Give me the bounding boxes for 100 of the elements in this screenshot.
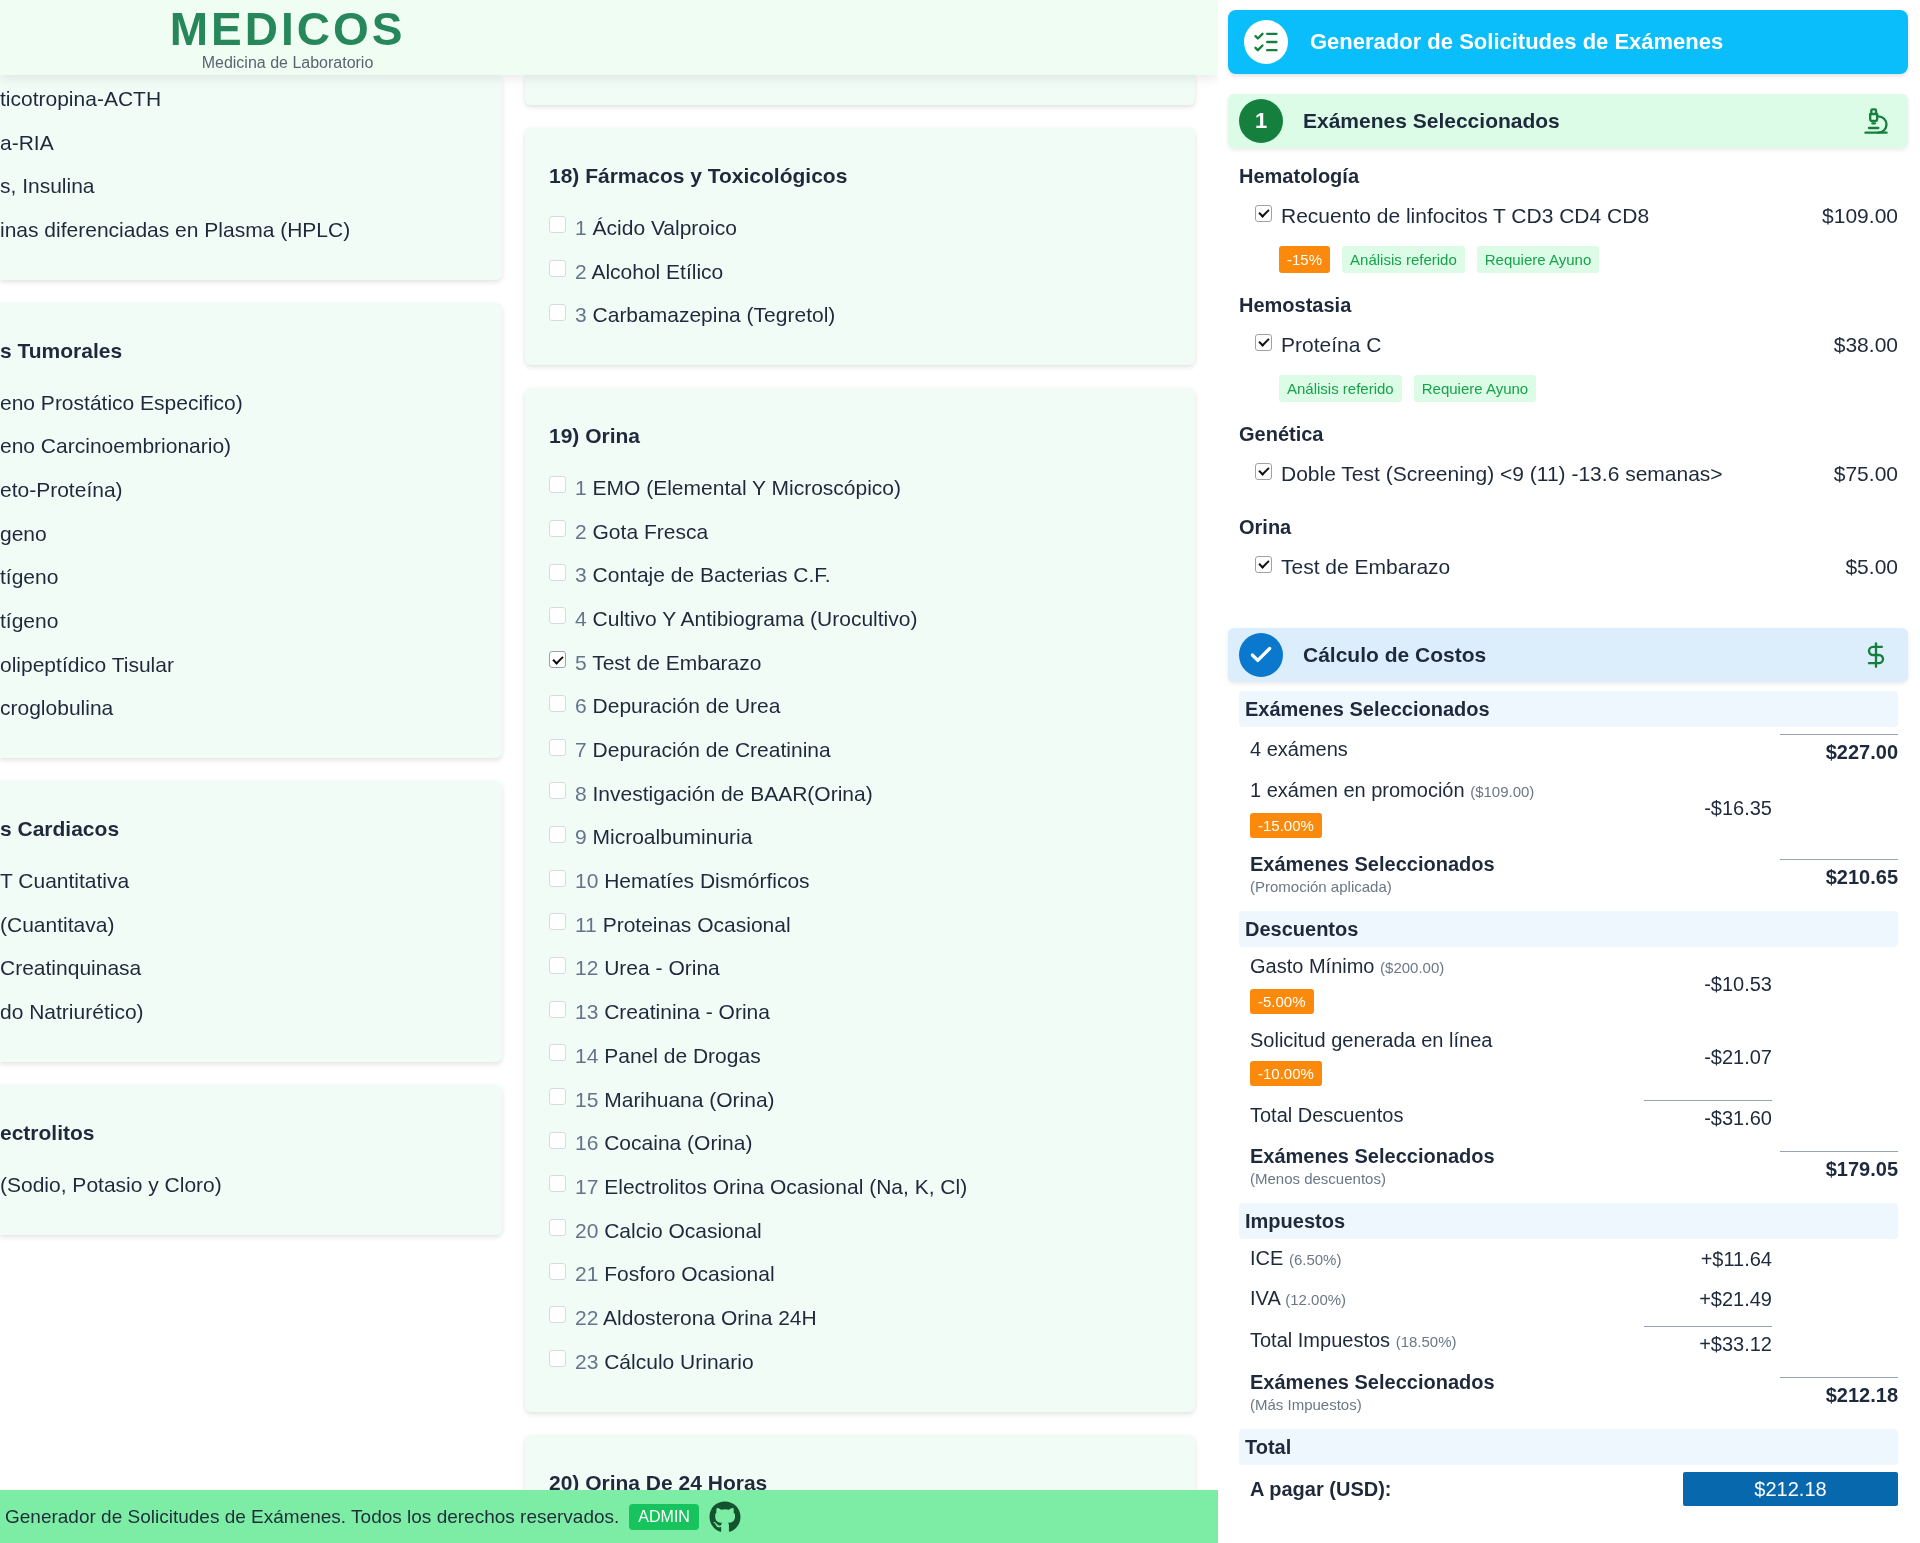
cost-label: Total Descuentos [1250, 1103, 1404, 1127]
subtotal-amount: $210.65 [1780, 858, 1898, 889]
exam-name: croglobulina [0, 696, 114, 721]
group-title: Hemostasia [1238, 293, 1353, 318]
exam-name: T Cuantitativa [0, 869, 130, 894]
cost-label: ICE (6.50%) [1250, 1246, 1342, 1271]
info-tag: Requiere Ayuno [1476, 245, 1600, 273]
percent-badge: -5.00% [1250, 989, 1314, 1014]
cost-section-header: Impuestos [1239, 1203, 1898, 1239]
selected-exam: Proteína C [1281, 333, 1383, 357]
cost-amount: +$11.64 [1699, 1247, 1772, 1271]
exam-name: geno [0, 521, 47, 546]
exam-option[interactable]: 6 Depuración de Urea [575, 694, 781, 719]
exam-option[interactable]: 1 Ácido Valproico [575, 215, 737, 240]
subtotal-label: Exámenes Seleccionados [1250, 1370, 1495, 1394]
step-number: 1 [1239, 99, 1283, 143]
exam-option[interactable]: 16 Cocaina (Orina) [575, 1131, 753, 1156]
footer-text: Generador de Solicitudes de Exámenes. Todos los derechos reservados. [5, 1505, 620, 1528]
exam-price: $5.00 [1845, 555, 1898, 579]
checkbox[interactable] [1255, 333, 1272, 351]
exam-option[interactable]: 23 Cálculo Urinario [575, 1349, 754, 1374]
subtotal-note: (Más Impuestos) [1250, 1397, 1362, 1413]
logo: MEDICOS [169, 4, 406, 54]
cost-label: Solicitud generada en línea [1250, 1028, 1493, 1052]
exam-option[interactable]: 15 Marihuana (Orina) [575, 1087, 775, 1112]
category-title: s Tumorales [0, 337, 124, 364]
percent-badge: -10.00% [1250, 1061, 1322, 1086]
checkbox[interactable] [1255, 204, 1272, 222]
cost-label: Gasto Mínimo ($200.00) [1250, 954, 1445, 979]
subtotal-label: Exámenes Seleccionados [1250, 1144, 1495, 1168]
exam-name: eno Prostático Especifico) [0, 390, 243, 415]
section-title: Exámenes Seleccionados [1303, 109, 1561, 133]
exam-option[interactable]: 21 Fosforo Ocasional [575, 1262, 775, 1287]
exam-option[interactable]: 22 Aldosterona Orina 24H [575, 1305, 817, 1330]
exam-option[interactable]: 20 Calcio Ocasional [575, 1218, 762, 1243]
exam-price: $75.00 [1833, 462, 1898, 486]
cost-label: IVA (12.00%) [1250, 1286, 1347, 1311]
checkbox[interactable] [1255, 555, 1272, 573]
exam-option[interactable]: 1 EMO (Elemental Y Microscópico) [575, 475, 902, 500]
exam-option[interactable]: 12 Urea - Orina [575, 956, 720, 981]
exam-option[interactable]: 13 Creatinina - Orina [575, 1000, 770, 1025]
cost-label: 1 exámen en promoción ($109.00) [1250, 778, 1535, 803]
section-title: Cálculo de Costos [1303, 643, 1488, 667]
cost-section-header: Descuentos [1239, 911, 1898, 947]
cost-section-header: Total [1239, 1429, 1898, 1465]
exam-option[interactable]: 14 Panel de Drogas [575, 1043, 761, 1068]
category-title: 18) Fármacos y Toxicológicos [549, 163, 849, 189]
exam-option[interactable]: 5 Test de Embarazo [575, 650, 762, 675]
checkbox[interactable] [549, 651, 566, 669]
group-title: Genética [1238, 422, 1325, 447]
cost-amount: -$31.60 [1644, 1100, 1772, 1130]
exam-name: inas diferenciadas en Plasma (HPLC) [0, 217, 351, 242]
cost-section-header: Exámenes Seleccionados [1239, 691, 1898, 727]
exam-option[interactable]: 2 Gota Fresca [575, 519, 709, 544]
category-title: s Cardiacos [0, 816, 121, 843]
info-tag: Requiere Ayuno [1413, 374, 1537, 402]
exam-option[interactable]: 7 Depuración de Creatinina [575, 738, 831, 763]
payable-label: A pagar (USD): [1250, 1477, 1392, 1501]
cost-total: $227.00 [1780, 734, 1898, 764]
selected-exam: Test de Embarazo [1281, 555, 1452, 579]
microscope-icon [1862, 107, 1890, 135]
exam-option[interactable]: 4 Cultivo Y Antibiograma (Urocultivo) [575, 606, 918, 631]
cost-label: Total Impuestos (18.50%) [1250, 1328, 1457, 1353]
exam-option[interactable]: 2 Alcohol Etílico [575, 259, 724, 284]
exam-name: s, Insulina [0, 174, 95, 199]
exam-name: eno Carcinoembrionario) [0, 434, 232, 459]
exam-option[interactable]: 3 Contaje de Bacterias C.F. [575, 563, 831, 588]
cost-amount: +$21.49 [1698, 1287, 1772, 1311]
exam-option[interactable]: 11 Proteinas Ocasional [575, 912, 791, 937]
selected-exam: Recuento de linfocitos T CD3 CD4 CD8 [1281, 204, 1651, 228]
subtotal-label: Exámenes Seleccionados [1250, 852, 1495, 876]
exam-name: (Cuantitava) [0, 912, 115, 937]
exam-option[interactable]: 8 Investigación de BAAR(Orina) [575, 781, 873, 806]
exam-name: (Sodio, Potasio y Cloro) [0, 1172, 222, 1197]
payable-amount: $212.18 [1683, 1472, 1898, 1506]
cost-label: 4 exámens [1250, 737, 1348, 761]
category-title: 19) Orina [549, 423, 642, 450]
exam-name: tígeno [0, 609, 59, 634]
cost-amount: -$21.07 [1703, 1045, 1772, 1069]
subtotal-note: (Menos descuentos) [1250, 1171, 1386, 1187]
exam-name: do Natriurético) [0, 1000, 144, 1025]
exam-option[interactable]: 9 Microalbuminuria [575, 825, 753, 850]
cost-amount: +$33.12 [1644, 1326, 1772, 1356]
list-check-icon [1244, 20, 1288, 64]
exam-option[interactable]: 3 Carbamazepina (Tegretol) [575, 303, 836, 328]
selected-exam: Doble Test (Screening) <9 (11) -13.6 semanas> [1281, 462, 1724, 486]
panel-title: Generador de Solicitudes de Exámenes [1310, 29, 1724, 55]
exam-option[interactable]: 10 Hematíes Dismórficos [575, 869, 810, 894]
exam-name: tígeno [0, 565, 59, 590]
group-title: Orina [1238, 515, 1293, 540]
exam-name: eto-Proteína) [0, 477, 123, 502]
exam-name: olipeptídico Tisular [0, 652, 174, 677]
category-title: ectrolitos [0, 1120, 96, 1146]
percent-badge: -15.00% [1250, 813, 1322, 838]
group-title: Hematología [1238, 164, 1361, 189]
checkbox[interactable] [1255, 462, 1272, 480]
subtotal-note: (Promoción aplicada) [1250, 879, 1392, 895]
github-icon[interactable] [708, 1500, 741, 1533]
exam-option[interactable]: 17 Electrolitos Orina Ocasional (Na, K, Cl) [575, 1174, 968, 1199]
exam-price: $38.00 [1833, 333, 1898, 357]
